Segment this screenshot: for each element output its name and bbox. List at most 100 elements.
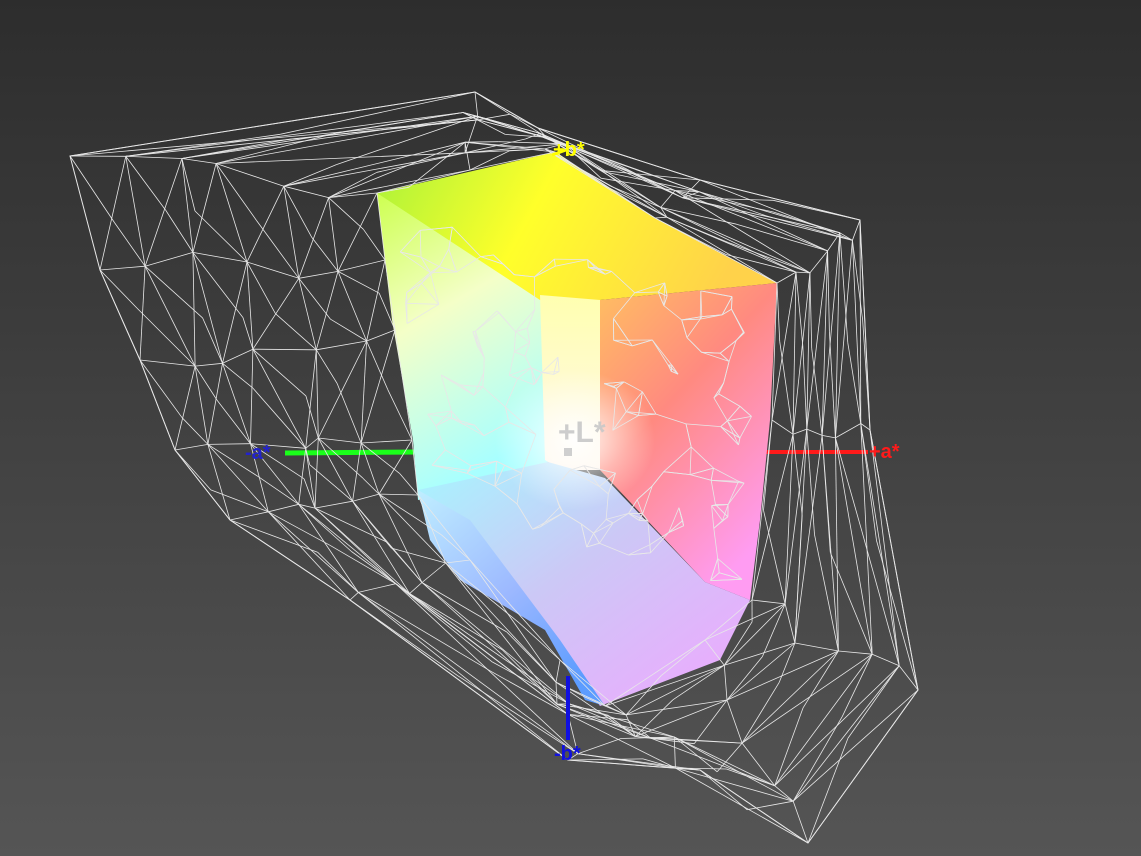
mesh-edge	[838, 650, 873, 655]
mesh-edge	[829, 552, 873, 655]
mesh-edge	[731, 296, 733, 310]
mesh-edge	[125, 156, 167, 211]
mesh-edge	[352, 500, 410, 594]
mesh-edge	[136, 307, 196, 367]
mesh-edge	[337, 271, 380, 294]
mesh-edge	[328, 197, 364, 230]
mesh-edge	[317, 340, 367, 439]
mesh-edge	[181, 115, 478, 159]
mesh-edge	[139, 359, 183, 418]
mesh-edge	[181, 158, 217, 164]
mesh-edge	[784, 434, 794, 604]
mesh-edge	[337, 271, 367, 342]
mesh-edge	[298, 271, 339, 279]
mesh-edge	[556, 703, 598, 711]
mesh-edge	[268, 511, 331, 546]
mesh-edge	[298, 503, 396, 585]
mesh-edge	[114, 222, 146, 267]
mesh-edge	[229, 511, 269, 521]
mesh-edge	[835, 423, 861, 439]
mesh-edge	[814, 534, 839, 652]
mesh-edge	[779, 341, 794, 435]
mesh-edge	[314, 437, 319, 509]
mesh-edge	[125, 155, 182, 159]
mesh-edge	[337, 192, 378, 272]
mesh-edge	[222, 348, 254, 364]
mesh-edge	[352, 493, 380, 502]
mesh-edge	[268, 511, 351, 601]
mesh-edge	[841, 654, 873, 717]
mesh-edge	[627, 719, 652, 739]
mesh-edge	[298, 197, 329, 279]
mesh-edge	[772, 211, 841, 234]
mesh-edge	[771, 419, 794, 435]
mesh-edge	[192, 163, 217, 253]
mesh-edge	[280, 91, 476, 135]
mesh-edge	[181, 158, 196, 212]
mesh-edge	[635, 736, 743, 744]
mesh-edge	[809, 272, 813, 349]
mesh-edge	[792, 801, 809, 844]
l-axis-origin-marker	[564, 448, 572, 456]
mesh-edge	[316, 340, 367, 351]
mesh-edge	[861, 531, 900, 666]
mesh-edge	[792, 689, 919, 802]
mesh-edge	[283, 185, 329, 198]
mesh-edge	[215, 163, 257, 221]
mesh-edge	[806, 428, 823, 436]
mesh-edge	[555, 659, 561, 683]
mesh-edge	[421, 562, 446, 583]
mesh-edge	[69, 155, 115, 223]
mesh-edge	[809, 250, 828, 274]
mesh-edge	[328, 197, 339, 272]
mesh-edge	[99, 265, 146, 271]
mesh-edge	[763, 510, 786, 604]
mesh-edge	[194, 365, 218, 401]
mesh-edge	[794, 435, 823, 644]
mesh-edge	[69, 119, 479, 157]
mesh-edge	[195, 362, 223, 367]
mesh-edge	[268, 503, 299, 513]
mesh-edge	[378, 493, 419, 496]
mesh-edge	[774, 707, 804, 786]
mesh-edge	[776, 271, 797, 284]
mesh-edge	[784, 603, 796, 644]
mesh-edge	[318, 437, 364, 479]
mesh-edge	[778, 642, 796, 683]
mesh-edge	[174, 444, 208, 451]
mesh-edge	[349, 592, 359, 601]
mesh-edge	[315, 349, 338, 384]
mesh-edge	[477, 119, 541, 137]
mesh-edge	[409, 582, 423, 594]
mesh-edge	[741, 653, 873, 744]
mesh-edge	[872, 653, 900, 667]
gamut-scene[interactable]: +b* -b* +a* -a* +L*	[0, 0, 1141, 856]
mesh-edge	[699, 769, 748, 811]
mesh-edge	[99, 156, 127, 271]
mesh-edge	[252, 349, 307, 449]
mesh-edge	[811, 348, 823, 436]
mesh-edge	[246, 261, 254, 350]
mesh-edge	[215, 163, 284, 187]
mesh-edge	[216, 399, 251, 444]
mesh-edge	[747, 800, 794, 811]
gamut-3d-viewport[interactable]: +b* -b* +a* -a* +L*	[0, 0, 1141, 856]
mesh-edge	[256, 220, 300, 279]
mesh-edge	[139, 359, 196, 367]
mesh-edge	[174, 449, 212, 491]
mesh-edge	[360, 442, 401, 475]
mesh-edge	[792, 428, 807, 435]
mesh-edge	[829, 331, 836, 438]
mesh-edge	[751, 599, 786, 605]
mesh-edge	[314, 507, 387, 543]
mesh-edge	[699, 191, 828, 252]
mesh-edge	[252, 348, 307, 397]
mesh-edge	[303, 478, 316, 509]
mesh-edge	[464, 116, 478, 153]
mesh-edge	[699, 179, 853, 241]
mesh-edge	[457, 675, 579, 755]
mesh-edge	[674, 190, 773, 213]
mesh-edge	[144, 266, 196, 367]
mesh-edge	[305, 349, 317, 449]
mesh-edge	[654, 216, 667, 219]
